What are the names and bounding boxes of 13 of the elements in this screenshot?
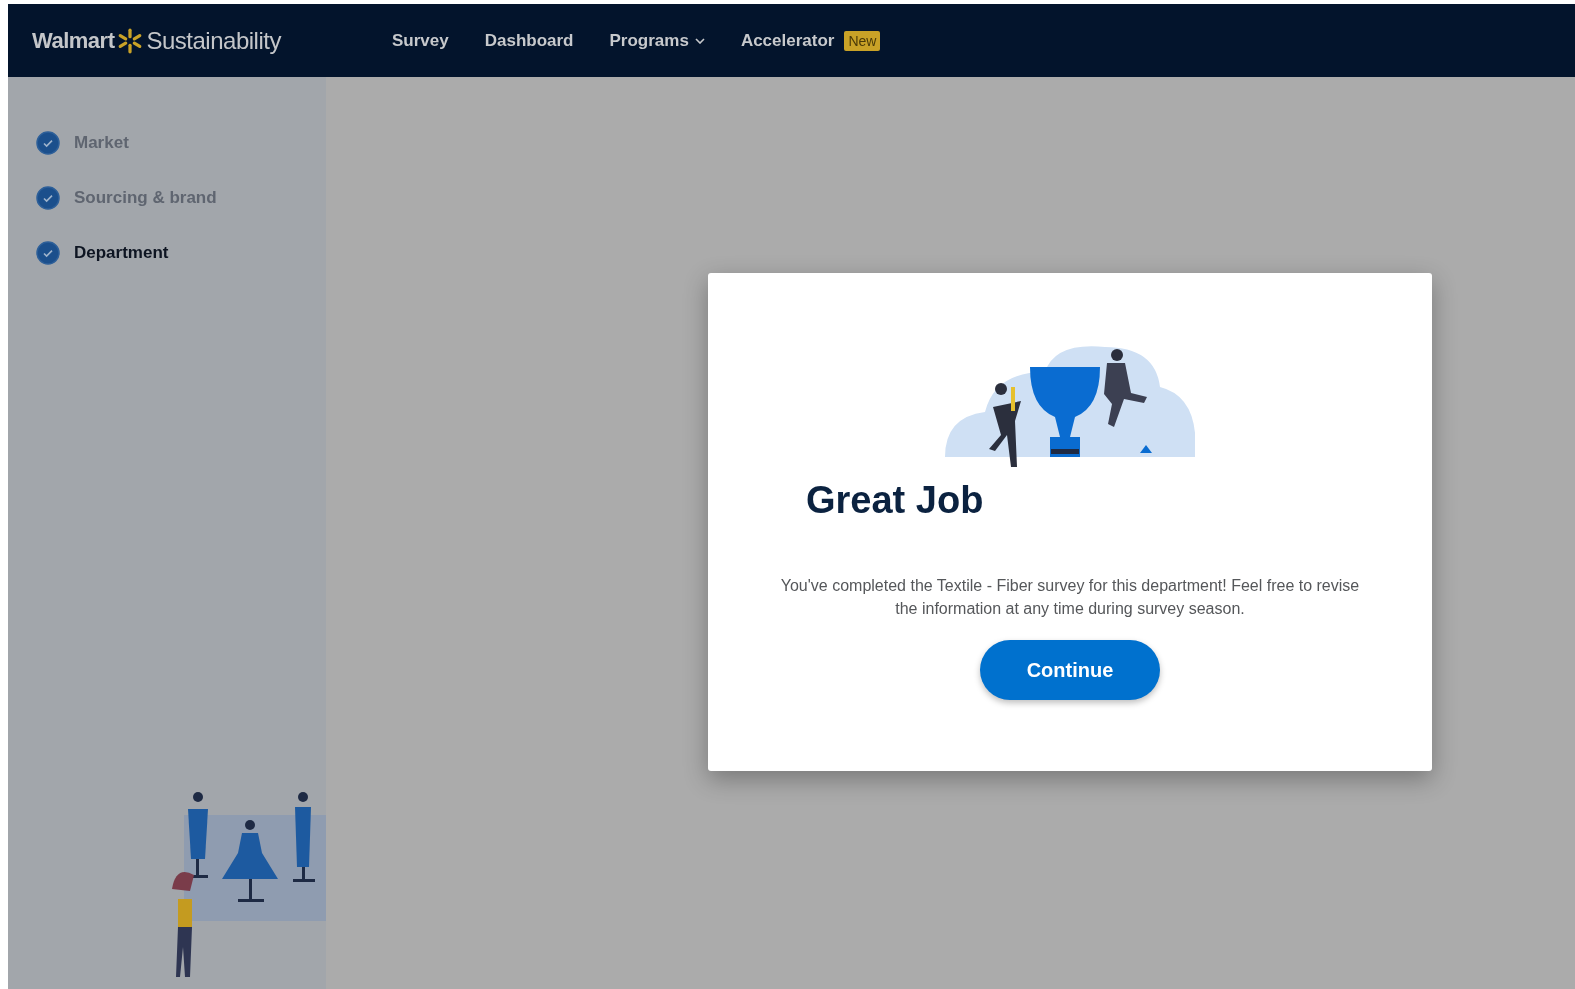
nav-link[interactable]: Programs [609, 30, 705, 51]
nav-link[interactable]: Survey [392, 30, 449, 51]
continue-button[interactable]: Continue [980, 640, 1160, 700]
new-badge: New [844, 30, 881, 51]
step-link[interactable]: Department [74, 243, 169, 263]
spark-logo-icon [117, 27, 144, 54]
logo-product[interactable]: Sustainability [146, 26, 281, 55]
nav-link[interactable]: Accelerator [740, 30, 835, 51]
dialog-title: Great Job [806, 479, 984, 522]
nav-link[interactable]: Dashboard [484, 30, 574, 51]
logo-brand[interactable]: Walmart [32, 27, 115, 54]
dialog-message: You've completed the Textile - Fiber survey for this department! Feel free to revise the information at any time during survey season. [779, 576, 1361, 619]
caret-icon [694, 37, 705, 44]
